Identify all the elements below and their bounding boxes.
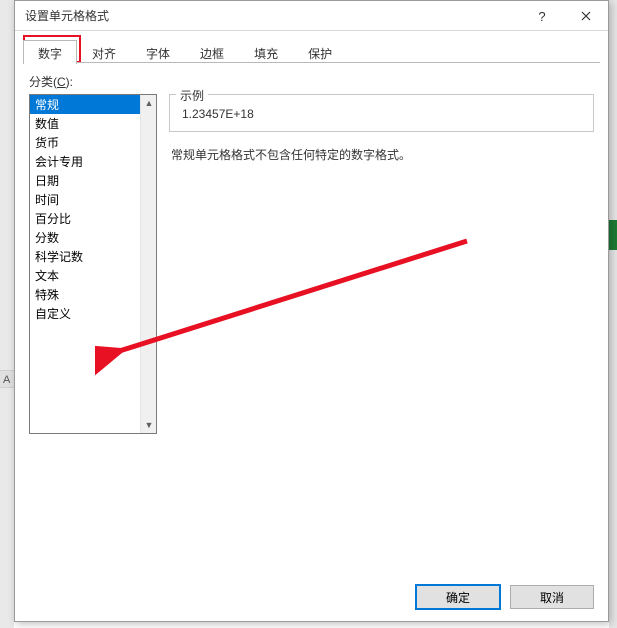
- button-label: 确定: [446, 591, 470, 605]
- category-item[interactable]: 日期: [30, 171, 156, 190]
- category-label: 分类(C):: [29, 73, 594, 90]
- category-item[interactable]: 会计专用: [30, 152, 156, 171]
- tab-alignment[interactable]: 对齐: [77, 40, 131, 64]
- help-button[interactable]: ?: [520, 1, 564, 31]
- category-item[interactable]: 时间: [30, 190, 156, 209]
- category-listbox[interactable]: 常规数值货币会计专用日期时间百分比分数科学记数文本特殊自定义 ▲ ▼: [29, 94, 157, 434]
- cancel-button[interactable]: 取消: [510, 585, 594, 609]
- dialog-content: 分类(C): 常规数值货币会计专用日期时间百分比分数科学记数文本特殊自定义 ▲ …: [15, 63, 608, 573]
- tab-fill[interactable]: 填充: [239, 40, 293, 64]
- titlebar: 设置单元格格式 ?: [15, 1, 608, 31]
- tab-number[interactable]: 数字: [23, 40, 77, 64]
- tab-label: 边框: [200, 47, 224, 61]
- bg-left-strip: [0, 0, 14, 628]
- category-item[interactable]: 分数: [30, 228, 156, 247]
- tab-label: 对齐: [92, 47, 116, 61]
- tab-font[interactable]: 字体: [131, 40, 185, 64]
- dialog-title: 设置单元格格式: [25, 7, 109, 24]
- bg-col-label: A: [3, 374, 10, 386]
- tab-border[interactable]: 边框: [185, 40, 239, 64]
- help-icon: ?: [538, 9, 545, 24]
- category-item[interactable]: 常规: [30, 95, 156, 114]
- scroll-up-button[interactable]: ▲: [141, 95, 157, 111]
- bg-green-strip: [609, 220, 617, 250]
- tab-underline: [23, 62, 600, 63]
- bg-right-strip: [609, 0, 617, 628]
- category-item[interactable]: 数值: [30, 114, 156, 133]
- category-item[interactable]: 文本: [30, 266, 156, 285]
- window-controls: ?: [520, 1, 608, 31]
- close-button[interactable]: [564, 1, 608, 31]
- detail-pane: 示例 1.23457E+18 常规单元格格式不包含任何特定的数字格式。: [169, 94, 594, 434]
- tab-protection[interactable]: 保护: [293, 40, 347, 64]
- tab-strip: 数字 对齐 字体 边框 填充 保护: [15, 31, 608, 63]
- scroll-down-button[interactable]: ▼: [141, 417, 157, 433]
- category-item[interactable]: 科学记数: [30, 247, 156, 266]
- category-item[interactable]: 百分比: [30, 209, 156, 228]
- category-item[interactable]: 特殊: [30, 285, 156, 304]
- scrollbar[interactable]: ▲ ▼: [140, 95, 156, 433]
- close-icon: [581, 11, 591, 21]
- tab-label: 字体: [146, 47, 170, 61]
- category-item[interactable]: 自定义: [30, 304, 156, 323]
- sample-groupbox: 示例 1.23457E+18: [169, 94, 594, 132]
- tab-label: 填充: [254, 47, 278, 61]
- sample-value: 1.23457E+18: [182, 107, 585, 121]
- tab-label: 保护: [308, 47, 332, 61]
- tab-label: 数字: [38, 47, 62, 61]
- format-cells-dialog: 设置单元格格式 ? 数字 对齐 字体 边框 填充 保护 分类(C): 常规数值货…: [14, 0, 609, 622]
- button-label: 取消: [540, 591, 564, 605]
- ok-button[interactable]: 确定: [416, 585, 500, 609]
- sample-legend: 示例: [176, 87, 208, 104]
- format-description: 常规单元格格式不包含任何特定的数字格式。: [171, 146, 594, 163]
- dialog-button-row: 确定 取消: [15, 573, 608, 621]
- category-item[interactable]: 货币: [30, 133, 156, 152]
